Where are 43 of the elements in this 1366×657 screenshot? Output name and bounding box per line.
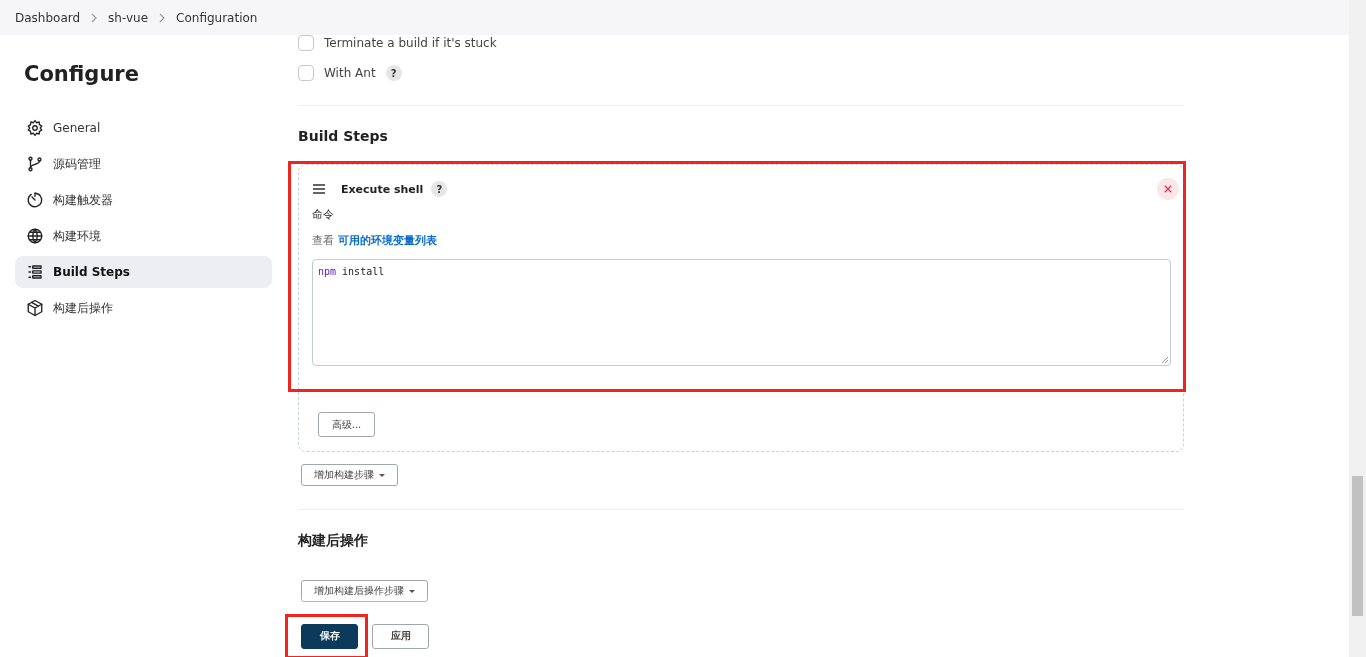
section-title: Build Steps — [298, 127, 388, 145]
option-label: With Ant — [324, 66, 376, 80]
sidebar-item[interactable]: Build Steps — [15, 256, 272, 288]
sidebar-item[interactable]: 源码管理 — [15, 148, 272, 180]
chevron-icon — [90, 12, 99, 23]
env-vars-link[interactable]: 可用的环境变量列表 — [338, 233, 437, 248]
close-button[interactable] — [1157, 178, 1179, 200]
package-icon — [26, 299, 44, 317]
clock-icon — [26, 191, 44, 209]
field-label: 命令 — [312, 207, 334, 223]
sidebar-item[interactable]: 构建后操作 — [15, 292, 272, 324]
command-field[interactable]: npm install — [312, 259, 1171, 366]
option-label: Terminate a build if it's stuck — [324, 36, 497, 50]
step-title: Execute shell — [341, 182, 424, 196]
resize-grip-icon[interactable] — [1161, 356, 1169, 364]
close-icon — [1164, 185, 1172, 193]
breadcrumb-link[interactable]: sh-vue — [108, 10, 149, 25]
add-step-button[interactable]: 增加构建步骤 — [301, 464, 398, 486]
chevron-icon — [158, 12, 167, 23]
scrollbar[interactable] — [1349, 0, 1366, 657]
checkbox[interactable] — [298, 65, 314, 81]
sidebar-item[interactable]: General — [15, 112, 272, 144]
checkbox[interactable] — [298, 35, 314, 51]
apply-button[interactable]: 应用 — [372, 623, 429, 649]
link-prefix: 查看 — [312, 233, 334, 248]
section-title: 构建后操作 — [298, 531, 368, 549]
caret-icon — [409, 589, 415, 593]
save-button[interactable]: 保存 — [301, 623, 358, 649]
help-button[interactable]: ? — [385, 65, 402, 81]
advanced-button[interactable]: 高级... — [318, 412, 375, 437]
sidebar-item[interactable]: 构建触发器 — [15, 184, 272, 216]
breadcrumb-link[interactable]: Configuration — [176, 10, 258, 25]
add-post-step-button[interactable]: 增加构建后操作步骤 — [301, 580, 428, 602]
gear-icon — [26, 119, 44, 137]
list-icon — [26, 263, 44, 281]
globe-icon — [26, 227, 44, 245]
branch-icon — [26, 155, 44, 173]
breadcrumb-link[interactable]: Dashboard — [15, 10, 81, 25]
sidebar-item[interactable]: 构建环境 — [15, 220, 272, 252]
drag-handle-icon[interactable] — [312, 184, 326, 194]
page-title: Configure — [24, 61, 140, 88]
help-button[interactable]: ? — [431, 181, 448, 197]
caret-icon — [379, 473, 385, 477]
